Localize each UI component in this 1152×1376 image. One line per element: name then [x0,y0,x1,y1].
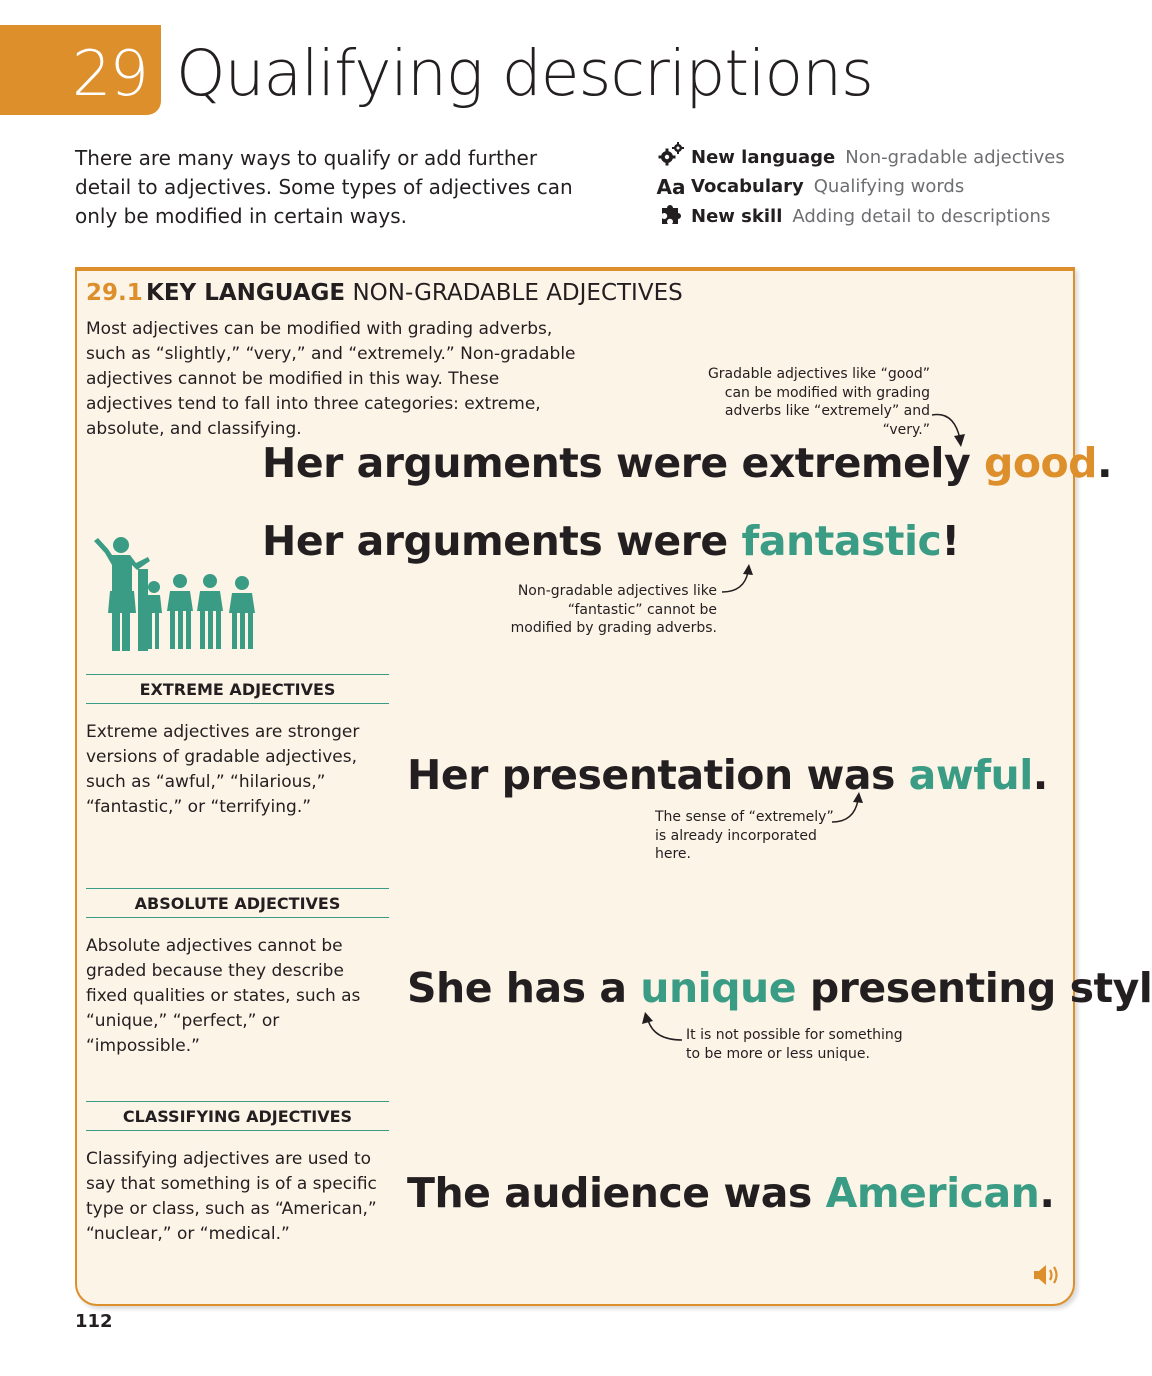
highlight-word: good [983,439,1098,487]
section-number: 29.1 [86,280,143,306]
highlight-word: fantastic [741,517,942,565]
category-text: Classifying adjectives are used to say t… [86,1149,377,1244]
meta-vocabulary: Aa Vocabulary Qualifying words [656,173,965,201]
highlight-word: awful [908,751,1034,799]
category-note: The sense of “extremely” is already inco… [655,809,834,862]
sentence-text: . [1097,439,1113,487]
section-intro: Most adjectives can be modified with gra… [86,319,576,439]
arrow-icon [642,1012,683,1041]
sentence-text: presenting style. [809,964,1152,1012]
sentence-text: She has a [407,964,641,1012]
example-sentence: Her presentation was awful. [407,750,1048,800]
category-note: It is not possible for something to be m… [686,1027,903,1062]
sentence-text: Her arguments were extremely [262,439,984,487]
annotation-fantastic: Non-gradable adjectives like “fantastic”… [510,583,717,636]
highlight-word: American [825,1169,1040,1217]
example-sentence: She has a unique presenting style. [407,963,1152,1013]
category-text: Extreme adjectives are stronger versions… [86,722,360,817]
meta-key: New language [691,147,836,168]
page-title: Qualifying descriptions [176,37,874,110]
category-title: ABSOLUTE ADJECTIVES [86,888,389,918]
section-heading: KEY LANGUAGE NON-GRADABLE ADJECTIVES [146,278,683,308]
presentation-illustration [94,537,255,651]
example-sentence: Her arguments were fantastic! [262,516,960,566]
meta-value: Qualifying words [813,176,965,197]
example-sentence: Her arguments were extremely good. [262,438,1113,488]
aa-icon: Aa [656,175,686,199]
gears-icon [656,141,686,176]
category-title: CLASSIFYING ADJECTIVES [86,1101,389,1131]
meta-value: Adding detail to descriptions [792,206,1051,227]
meta-key: New skill [691,206,783,227]
meta-key: Vocabulary [691,176,804,197]
sentence-text: . [1032,751,1049,799]
sentence-text: ! [941,517,960,565]
section-topic: NON-GRADABLE ADJECTIVES [352,280,683,306]
meta-new-language: New language Non-gradable adjectives [656,141,1065,172]
example-sentence: The audience was American. [407,1168,1055,1218]
page-number: 112 [75,1311,113,1332]
meta-value: Non-gradable adjectives [845,147,1065,168]
category-title: EXTREME ADJECTIVES [86,674,389,704]
sentence-text: The audience was [407,1169,826,1217]
unit-number: 29 [72,37,149,110]
intro-text: There are many ways to qualify or add fu… [75,146,573,228]
annotation-good: Gradable adjectives like “good” can be m… [707,366,930,438]
meta-new-skill: New skill Adding detail to descriptions [656,203,1050,231]
sentence-text: . [1039,1169,1055,1217]
sentence-text: Her arguments were [262,517,742,565]
section-label: KEY LANGUAGE [146,280,346,306]
speaker-icon[interactable] [1032,1262,1062,1288]
highlight-word: unique [640,964,797,1012]
puzzle-icon [656,200,686,235]
arrow-icon [721,564,753,593]
category-text: Absolute adjectives cannot be graded bec… [86,936,361,1056]
